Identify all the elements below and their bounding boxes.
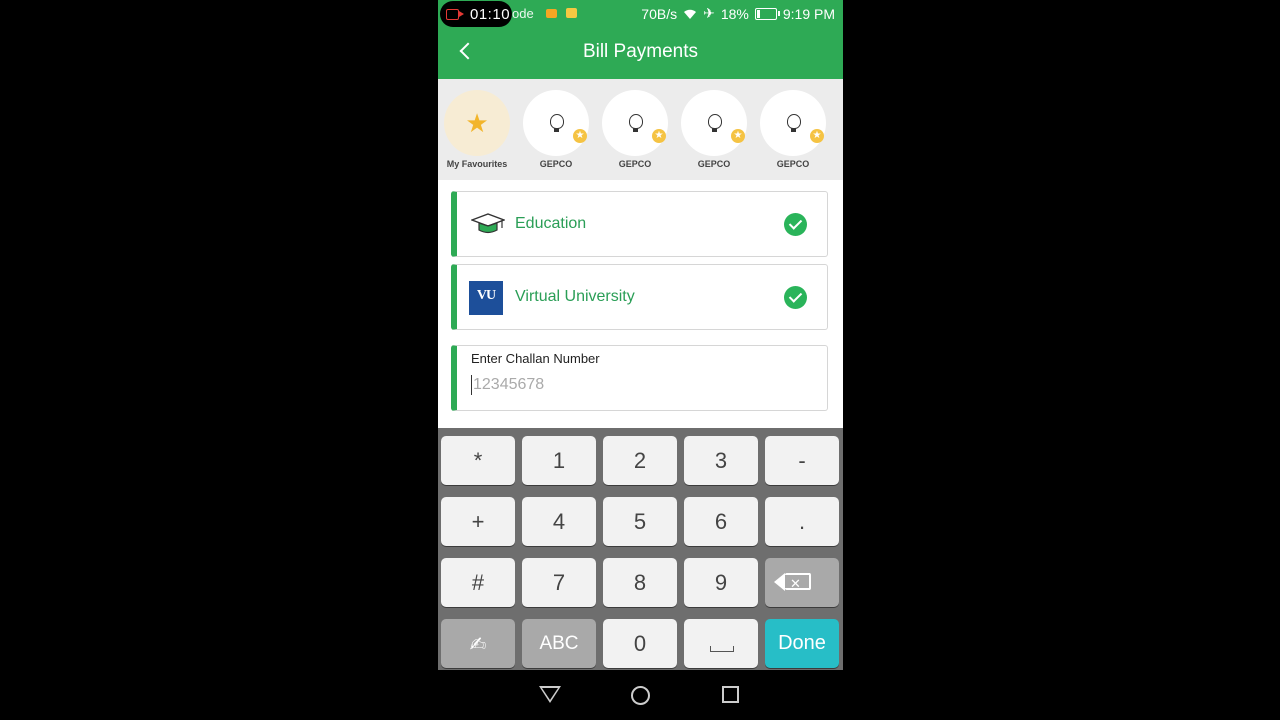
system-nav-bar [438,670,843,720]
handwriting-icon: ✍ [469,634,487,656]
battery-icon [754,7,780,20]
favourite-gepco-2[interactable]: ★ GEPCO [601,90,669,169]
star-badge-icon: ★ [573,129,587,143]
star-badge-icon: ★ [810,129,824,143]
video-camera-icon [446,9,464,20]
favourite-my-favourites[interactable]: ★ My Favourites [443,90,511,169]
key-7[interactable]: 7 [522,558,596,607]
favourite-label: My Favourites [446,159,508,169]
key-8[interactable]: 8 [603,558,677,607]
favourites-strip: ★ My Favourites ★ GEPCO ★ GEPCO ★ GEPCO [438,79,843,180]
key-2[interactable]: 2 [603,436,677,485]
challan-input-card: Enter Challan Number [451,345,828,411]
key-0[interactable]: 0 [603,619,677,668]
favourite-circle: ★ [444,90,510,156]
favourite-circle: ★ [523,90,589,156]
key-4[interactable]: 4 [522,497,596,546]
favourite-label: GEPCO [697,159,731,169]
favourite-label: GEPCO [539,159,573,169]
airplane-icon: ✈ [703,5,715,21]
favourite-gepco-1[interactable]: ★ GEPCO [522,90,590,169]
key-space[interactable] [684,619,758,668]
check-circle-icon [784,286,807,309]
key-handwriting[interactable]: ✍ [441,619,515,668]
key-backspace[interactable] [765,558,839,608]
screen-recorder-indicator[interactable]: 01:10 [440,1,512,27]
biller-label: Virtual University [515,288,635,305]
battery-percent: 18% [720,5,749,22]
bulb-icon [787,114,801,132]
status-left-text: ode [512,6,534,21]
star-icon: ★ [465,108,489,138]
key-3[interactable]: 3 [684,436,758,485]
numeric-keyboard: * 1 2 3 - + 4 5 6 . # 7 8 9 ✍ ABC 0 Done [438,428,843,670]
favourite-circle: ★ [760,90,826,156]
nav-recents-icon[interactable] [722,686,739,703]
favourite-label: GEPCO [618,159,652,169]
favourite-gepco-4[interactable]: ★ GEPCO [759,90,827,169]
app-header: Bill Payments [438,28,843,79]
bulb-icon [708,114,722,132]
key-6[interactable]: 6 [684,497,758,546]
space-icon [710,646,734,652]
key-1[interactable]: 1 [522,436,596,485]
nav-home-icon[interactable] [631,686,650,705]
graduation-cap-icon [471,213,505,234]
star-badge-icon: ★ [652,129,666,143]
category-label: Education [515,215,587,232]
backspace-icon [774,559,811,608]
star-badge-icon: ★ [731,129,745,143]
key-done[interactable]: Done [765,619,839,668]
bulb-icon [550,114,564,132]
key-abc[interactable]: ABC [522,619,596,668]
key-hash[interactable]: # [441,558,515,607]
key-9[interactable]: 9 [684,558,758,607]
category-card[interactable]: Education [451,191,828,257]
key-5[interactable]: 5 [603,497,677,546]
wifi-icon [684,9,697,19]
notification-icon [546,9,557,18]
form-panel: Education VU Virtual University Enter Ch… [438,180,843,428]
favourite-circle: ★ [681,90,747,156]
virtual-university-logo: VU [469,281,503,315]
page-title: Bill Payments [582,41,699,62]
battery-level [756,9,760,18]
nav-back-icon[interactable] [539,686,561,703]
favourite-gepco-3[interactable]: ★ GEPCO [680,90,748,169]
key-minus[interactable]: - [765,436,839,485]
favourite-circle: ★ [602,90,668,156]
bulb-icon [629,114,643,132]
challan-number-input[interactable] [471,375,773,395]
network-speed: 70B/s [641,5,678,22]
recording-time: 01:10 [470,6,511,23]
clock: 9:19 PM [782,5,835,22]
status-bar: 01:10 ode 70B/s ✈ 18% 9:19 PM [438,0,843,28]
key-asterisk[interactable]: * [441,436,515,485]
biller-card[interactable]: VU Virtual University [451,264,828,330]
status-right: 70B/s ✈ 18% 9:19 PM [641,5,835,22]
sim-icon [566,8,577,18]
favourite-label: GEPCO [776,159,810,169]
key-plus[interactable]: + [441,497,515,546]
challan-label: Enter Challan Number [471,351,600,366]
phone-screen: 01:10 ode 70B/s ✈ 18% 9:19 PM Bill Payme… [438,0,843,720]
check-circle-icon [784,213,807,236]
key-period[interactable]: . [765,497,839,546]
